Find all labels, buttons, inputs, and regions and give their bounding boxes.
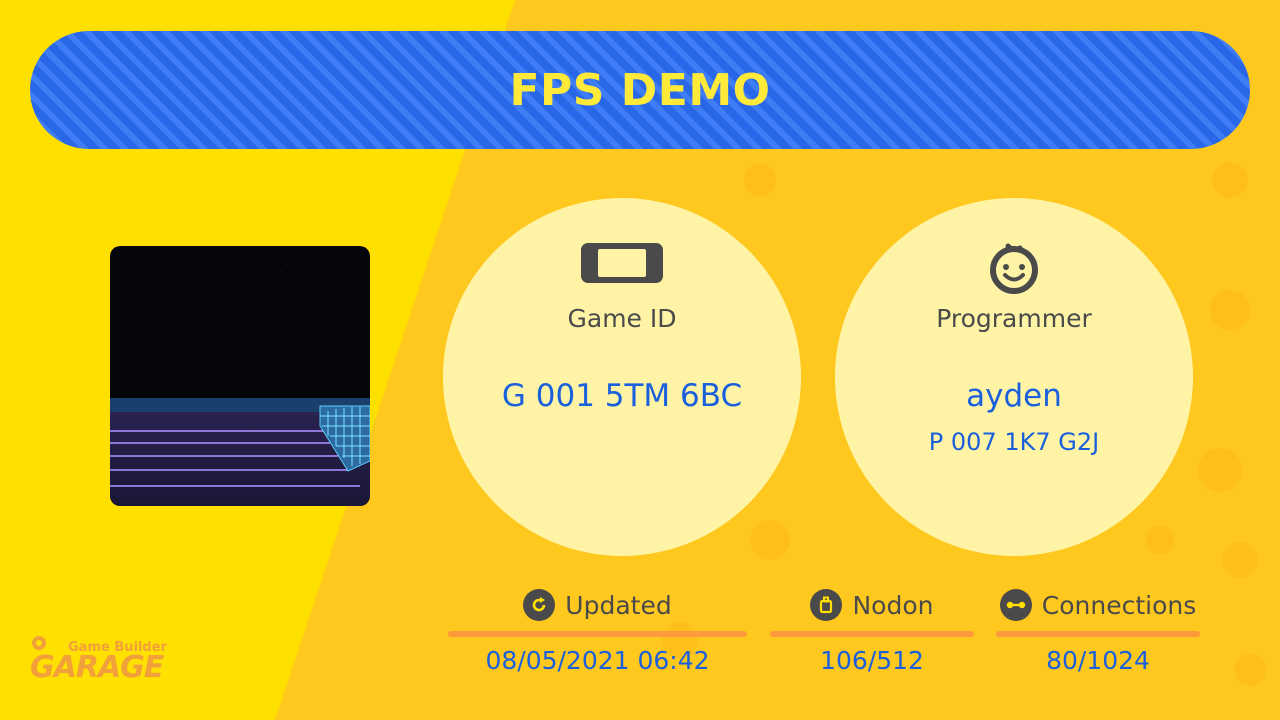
- game-id-label: Game ID: [567, 304, 677, 333]
- nodon-label: Nodon: [852, 590, 934, 620]
- nodon-icon: [810, 589, 843, 621]
- nodon-divider: [770, 631, 974, 637]
- programmer-label: Programmer: [936, 304, 1092, 333]
- console-icon: [580, 242, 664, 288]
- updated-stat: Updated 08/05/2021 06:42: [448, 588, 747, 688]
- connections-stat: Connections 80/1024: [996, 588, 1200, 688]
- programmer-card: Programmer ayden P 007 1K7 G2J: [835, 198, 1193, 556]
- game-title: FPS DEMO: [509, 64, 771, 116]
- programmer-id: P 007 1K7 G2J: [928, 428, 1100, 456]
- updated-label: Updated: [565, 590, 672, 620]
- refresh-icon: [523, 589, 556, 621]
- programmer-name: ayden: [966, 378, 1062, 414]
- updated-value: 08/05/2021 06:42: [485, 646, 710, 675]
- connections-label: Connections: [1041, 590, 1197, 620]
- title-banner: FPS DEMO: [30, 31, 1250, 149]
- nodon-stat: Nodon 106/512: [770, 588, 974, 688]
- game-id-card: Game ID G 001 5TM 6BC: [443, 198, 801, 556]
- connections-value: 80/1024: [1046, 646, 1150, 675]
- nodon-value: 106/512: [820, 646, 924, 675]
- connections-divider: [996, 631, 1200, 637]
- smiley-face-icon: [984, 242, 1044, 298]
- connection-icon: [999, 589, 1032, 621]
- game-builder-garage-logo: Game Builder GARAGE: [30, 632, 180, 685]
- game-thumbnail: [110, 246, 370, 506]
- logo-title: GARAGE: [30, 650, 164, 685]
- updated-divider: [448, 631, 747, 637]
- game-id-value: G 001 5TM 6BC: [501, 378, 743, 414]
